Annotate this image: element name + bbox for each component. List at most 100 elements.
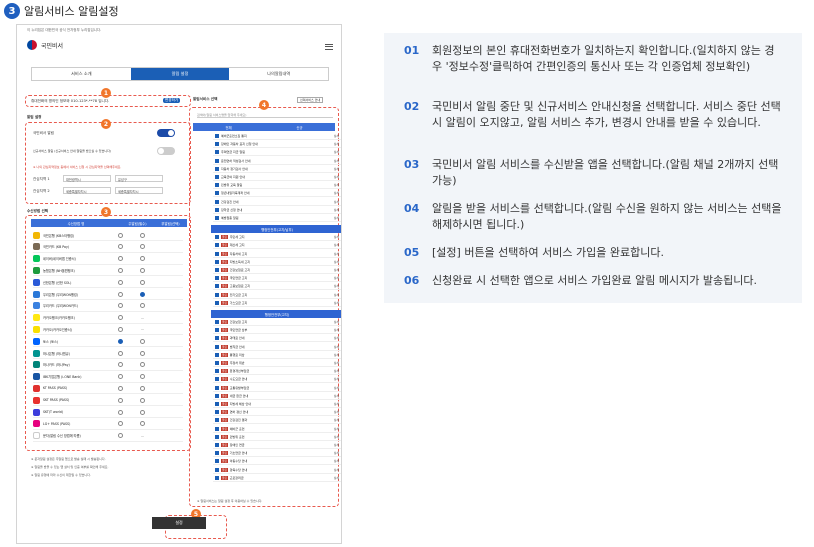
service-detail-link[interactable]: 상세 bbox=[334, 320, 339, 324]
service-checkbox[interactable] bbox=[215, 328, 219, 333]
main-radio[interactable] bbox=[118, 350, 123, 356]
service-row[interactable]: 장애인 자동차 표지 신청 안내 상세 bbox=[213, 141, 341, 149]
service-detail-link[interactable]: 상세 bbox=[334, 183, 339, 187]
app-row[interactable]: 우리은행 (우리WON뱅킹) bbox=[33, 289, 183, 300]
service-guide-button[interactable]: 선택서비스 안내 bbox=[297, 97, 324, 103]
app-row[interactable]: 농협은행 (NH올원뱅크) bbox=[33, 265, 183, 277]
service-row[interactable]: 알림 과태료 안내 상세 bbox=[213, 335, 341, 343]
app-row[interactable]: 하나카드 (하나Pay) bbox=[33, 360, 183, 371]
main-radio[interactable] bbox=[118, 362, 123, 368]
main-radio[interactable] bbox=[118, 326, 123, 332]
service-detail-link[interactable]: 상세 bbox=[334, 301, 339, 305]
main-radio[interactable] bbox=[118, 385, 123, 391]
service-detail-link[interactable]: 상세 bbox=[334, 386, 339, 390]
menu-icon[interactable] bbox=[325, 42, 333, 51]
service-detail-link[interactable]: 상세 bbox=[334, 369, 339, 373]
service-row[interactable]: 장학금 신청 안내 상세 bbox=[213, 207, 341, 214]
service-detail-link[interactable]: 상세 bbox=[334, 191, 339, 195]
service-row[interactable]: 알림 아동수당 안내 상세 bbox=[213, 458, 341, 466]
main-radio[interactable] bbox=[118, 244, 123, 250]
service-row[interactable]: 알림 예비군 훈련 상세 bbox=[213, 426, 341, 433]
app-row[interactable]: 카카오뱅크(카카오뱅크) — bbox=[33, 313, 183, 324]
service-row[interactable]: 알림 수도요금 안내 상세 bbox=[213, 376, 341, 384]
app-row[interactable]: 하나은행 (하나원큐) bbox=[33, 348, 183, 359]
sub-radio[interactable] bbox=[140, 421, 145, 427]
service-row[interactable]: 알림 주민세 고지 상세 bbox=[213, 234, 341, 242]
service-row[interactable]: 알림 건강검진 결과 상세 bbox=[213, 417, 341, 425]
service-row[interactable]: 알림 양육수당 안내 상세 bbox=[213, 467, 341, 474]
service-detail-link[interactable]: 상세 bbox=[334, 252, 339, 256]
service-checkbox[interactable] bbox=[215, 361, 219, 365]
sub-radio[interactable] bbox=[140, 279, 145, 285]
service-row[interactable]: 알림 고용보험료 고지 상세 bbox=[213, 283, 341, 291]
region1-district-select[interactable]: 유성구 bbox=[115, 175, 163, 182]
service-checkbox[interactable] bbox=[215, 410, 219, 415]
service-checkbox[interactable] bbox=[215, 459, 219, 464]
service-checkbox[interactable] bbox=[215, 216, 219, 220]
service-detail-link[interactable]: 상세 bbox=[334, 345, 339, 349]
service-detail-link[interactable]: 상세 bbox=[334, 268, 339, 272]
service-row[interactable]: 운전면허 적성검사 안내 상세 bbox=[213, 158, 341, 165]
service-checkbox[interactable] bbox=[215, 418, 219, 423]
service-checkbox[interactable] bbox=[215, 183, 219, 188]
service-detail-link[interactable]: 상세 bbox=[334, 435, 339, 439]
service-row[interactable]: 알림 전기요금 고지 상세 bbox=[213, 292, 341, 299]
service-checkbox[interactable] bbox=[215, 300, 219, 305]
region1-city-select[interactable]: 대전광역시 bbox=[63, 175, 111, 182]
service-row[interactable]: 자동차 정기검사 안내 상세 bbox=[213, 166, 341, 173]
service-checkbox[interactable] bbox=[215, 393, 219, 398]
service-detail-link[interactable]: 상세 bbox=[334, 175, 339, 179]
main-radio[interactable] bbox=[118, 374, 123, 380]
main-radio[interactable] bbox=[118, 267, 123, 273]
sub-radio[interactable] bbox=[140, 350, 145, 356]
app-row[interactable]: 국민카드 (KB Pay) bbox=[33, 242, 183, 253]
service-row[interactable]: 알림 교통유발부담금 상세 bbox=[213, 385, 341, 392]
service-detail-link[interactable]: 상세 bbox=[334, 468, 339, 472]
service-detail-link[interactable]: 상세 bbox=[334, 167, 339, 171]
service-row[interactable]: 예비군훈련소집 통지 상세 bbox=[213, 133, 341, 140]
service-row[interactable]: 알림 자동차세 고지 상세 bbox=[213, 251, 341, 258]
sub-radio[interactable] bbox=[140, 267, 145, 273]
main-radio[interactable] bbox=[118, 338, 123, 344]
sub-radio[interactable] bbox=[140, 385, 145, 391]
service-checkbox[interactable] bbox=[215, 377, 219, 382]
service-checkbox[interactable] bbox=[215, 443, 219, 447]
sub-radio[interactable] bbox=[140, 244, 145, 250]
service-checkbox[interactable] bbox=[215, 434, 219, 439]
app-row[interactable]: 문자(알림 수신 방법에 따름) — bbox=[33, 431, 183, 442]
app-row[interactable]: 신한은행 (신한 SOL) bbox=[33, 277, 183, 289]
service-detail-link[interactable]: 상세 bbox=[334, 142, 339, 146]
service-row[interactable]: 알림 주정차 위반 상세 bbox=[213, 360, 341, 367]
service-detail-link[interactable]: 상세 bbox=[334, 159, 339, 163]
service-row[interactable]: 청년내일저축계좌 안내 상세 bbox=[213, 190, 341, 198]
service-row[interactable]: 알림 국민연금 납부 상세 bbox=[213, 327, 341, 335]
service-detail-link[interactable]: 상세 bbox=[334, 276, 339, 280]
service-checkbox[interactable] bbox=[215, 134, 219, 138]
service-detail-link[interactable]: 상세 bbox=[334, 216, 339, 220]
service-checkbox[interactable] bbox=[215, 402, 219, 406]
service-row[interactable]: 알림 재산세 고지 상세 bbox=[213, 242, 341, 250]
service-head-all[interactable]: 전체 bbox=[225, 125, 231, 130]
service-row[interactable]: 알림 기초연금 안내 상세 bbox=[213, 450, 341, 458]
main-radio[interactable] bbox=[118, 409, 123, 415]
tab-service-intro[interactable]: 서비스 소개 bbox=[32, 68, 131, 80]
service-detail-link[interactable]: 상세 bbox=[334, 394, 339, 398]
service-detail-link[interactable]: 상세 bbox=[334, 293, 339, 297]
main-radio[interactable] bbox=[118, 303, 123, 309]
new-service-toggle[interactable] bbox=[157, 147, 175, 155]
service-checkbox[interactable] bbox=[215, 150, 219, 155]
app-row[interactable]: LG+ PASS (PASS) bbox=[33, 419, 183, 430]
service-detail-link[interactable]: 상세 bbox=[334, 328, 339, 332]
service-checkbox[interactable] bbox=[215, 352, 219, 357]
service-detail-link[interactable]: 상세 bbox=[334, 427, 339, 431]
app-row[interactable]: 토스 (토스) bbox=[33, 336, 183, 348]
service-row[interactable]: 알림 통행료 미납 상세 bbox=[213, 352, 341, 359]
region2-city-select[interactable]: 세종특별자치시 bbox=[63, 187, 111, 194]
service-checkbox[interactable] bbox=[215, 284, 219, 289]
service-row[interactable]: 알림 민방위 훈련 상세 bbox=[213, 434, 341, 441]
region2-district-select[interactable]: 세종특별자치시 bbox=[115, 187, 163, 194]
tab-alarm-setting[interactable]: 알림 설정 bbox=[130, 68, 230, 80]
service-detail-link[interactable]: 상세 bbox=[334, 243, 339, 247]
service-checkbox[interactable] bbox=[215, 142, 219, 147]
service-checkbox[interactable] bbox=[215, 251, 219, 256]
